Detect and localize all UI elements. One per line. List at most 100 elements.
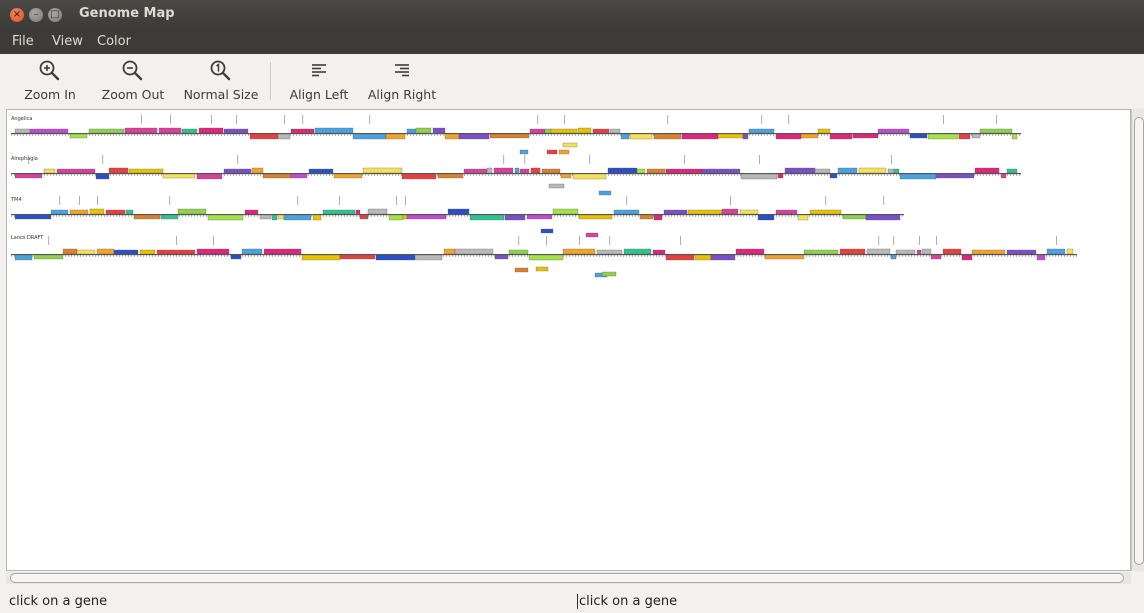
- gene-box[interactable]: [535, 266, 549, 272]
- gene-box[interactable]: [740, 173, 778, 180]
- gene-box[interactable]: [653, 133, 682, 140]
- gene-box[interactable]: [620, 133, 630, 140]
- gene-box[interactable]: [921, 248, 932, 255]
- gene-box[interactable]: [775, 209, 798, 215]
- gene-box[interactable]: [290, 173, 308, 179]
- gene-box[interactable]: [322, 209, 356, 215]
- maximize-icon[interactable]: □: [48, 8, 62, 22]
- gene-box[interactable]: [971, 249, 1006, 255]
- menu-view[interactable]: View: [52, 34, 83, 49]
- gene-box[interactable]: [865, 214, 901, 221]
- gene-box[interactable]: [158, 127, 182, 134]
- gene-box[interactable]: [646, 168, 666, 174]
- gene-box[interactable]: [930, 254, 942, 260]
- gene-box[interactable]: [514, 167, 520, 174]
- gene-box[interactable]: [277, 133, 291, 140]
- normal-size-button[interactable]: Normal Size: [179, 54, 263, 108]
- gene-box[interactable]: [181, 128, 198, 134]
- gene-box[interactable]: [665, 168, 703, 174]
- gene-box[interactable]: [139, 249, 156, 255]
- gene-box[interactable]: [251, 167, 264, 174]
- gene-box[interactable]: [800, 133, 819, 139]
- gene-box[interactable]: [809, 209, 842, 215]
- horizontal-scrollbar[interactable]: [6, 572, 1131, 584]
- gene-box[interactable]: [339, 254, 376, 260]
- vertical-scrollbar-thumb[interactable]: [1134, 117, 1144, 565]
- gene-box[interactable]: [283, 214, 312, 221]
- gene-box[interactable]: [14, 254, 33, 261]
- gene-box[interactable]: [694, 254, 712, 261]
- gene-box[interactable]: [489, 133, 530, 139]
- gene-box[interactable]: [33, 254, 64, 260]
- gene-box[interactable]: [1006, 249, 1037, 255]
- gene-box[interactable]: [69, 209, 89, 215]
- gene-box[interactable]: [899, 173, 937, 180]
- gene-box[interactable]: [207, 214, 244, 221]
- gene-box[interactable]: [739, 209, 759, 215]
- gene-box[interactable]: [916, 249, 922, 255]
- gene-box[interactable]: [362, 167, 403, 174]
- gene-box[interactable]: [458, 133, 490, 140]
- gene-box[interactable]: [636, 168, 646, 174]
- gene-box[interactable]: [552, 208, 579, 215]
- gene-box[interactable]: [562, 248, 596, 255]
- gene-box[interactable]: [550, 128, 578, 134]
- gene-box[interactable]: [96, 248, 115, 255]
- gene-box[interactable]: [935, 173, 975, 179]
- gene-box[interactable]: [829, 133, 853, 140]
- gene-box[interactable]: [359, 214, 369, 220]
- gene-box[interactable]: [1046, 248, 1066, 255]
- gene-box[interactable]: [259, 214, 272, 220]
- gene-box[interactable]: [56, 168, 96, 174]
- gene-box[interactable]: [230, 254, 242, 260]
- gene-box[interactable]: [817, 128, 831, 134]
- gene-box[interactable]: [544, 128, 552, 134]
- gene-box[interactable]: [895, 249, 916, 255]
- gene-box[interactable]: [609, 128, 621, 134]
- gene-box[interactable]: [262, 173, 292, 179]
- gene-box[interactable]: [463, 168, 488, 174]
- gene-box[interactable]: [607, 167, 638, 174]
- gene-box[interactable]: [735, 248, 765, 255]
- gene-box[interactable]: [540, 228, 554, 234]
- zoom-in-button[interactable]: Zoom In: [20, 54, 80, 108]
- gene-box[interactable]: [717, 133, 744, 139]
- gene-box[interactable]: [263, 248, 302, 255]
- gene-box[interactable]: [797, 214, 809, 221]
- gene-box[interactable]: [1066, 248, 1074, 255]
- gene-box[interactable]: [406, 214, 447, 220]
- gene-box[interactable]: [585, 232, 599, 238]
- gene-box[interactable]: [367, 208, 388, 215]
- gene-box[interactable]: [842, 214, 867, 220]
- gene-box[interactable]: [572, 173, 607, 180]
- gene-box[interactable]: [909, 133, 928, 139]
- gene-box[interactable]: [541, 168, 561, 174]
- gene-box[interactable]: [623, 248, 652, 255]
- gene-box[interactable]: [14, 128, 31, 134]
- gene-box[interactable]: [196, 248, 230, 255]
- gene-box[interactable]: [493, 167, 514, 174]
- gene-box[interactable]: [14, 173, 43, 179]
- gene-box[interactable]: [385, 133, 406, 140]
- gene-box[interactable]: [598, 190, 612, 196]
- gene-box[interactable]: [69, 133, 88, 139]
- gene-box[interactable]: [562, 142, 578, 148]
- gene-box[interactable]: [663, 209, 688, 215]
- gene-box[interactable]: [784, 167, 816, 174]
- gene-box[interactable]: [271, 214, 278, 221]
- gene-box[interactable]: [777, 173, 784, 179]
- gene-box[interactable]: [887, 168, 895, 174]
- gene-box[interactable]: [223, 168, 252, 174]
- gene-box[interactable]: [866, 248, 891, 255]
- gene-box[interactable]: [803, 249, 839, 255]
- gene-box[interactable]: [748, 128, 775, 134]
- gene-box[interactable]: [601, 271, 617, 277]
- gene-box[interactable]: [76, 249, 96, 255]
- gene-box[interactable]: [1011, 133, 1018, 140]
- gene-box[interactable]: [388, 214, 404, 221]
- gene-box[interactable]: [504, 214, 526, 221]
- horizontal-scrollbar-thumb[interactable]: [10, 573, 1124, 583]
- gene-box[interactable]: [444, 133, 460, 140]
- gene-box[interactable]: [775, 133, 802, 140]
- gene-box[interactable]: [432, 127, 446, 134]
